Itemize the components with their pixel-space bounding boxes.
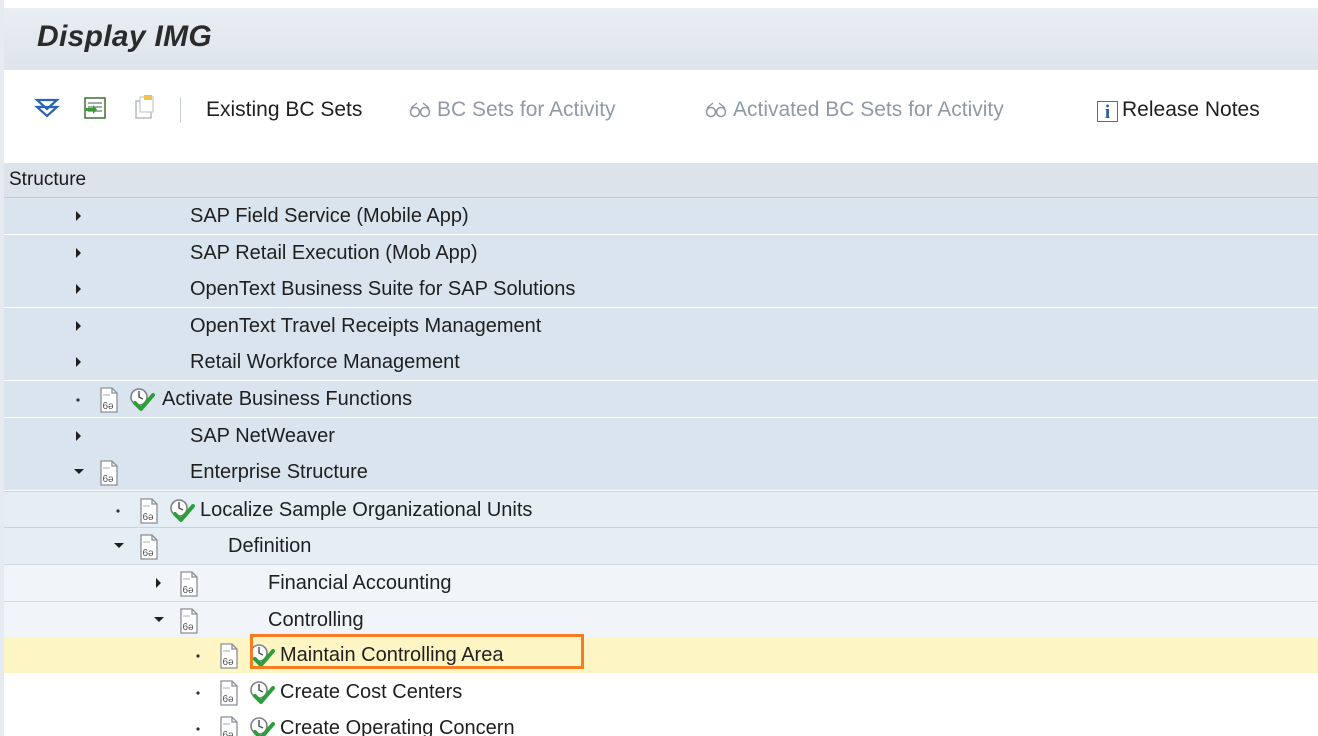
svg-text:6ə: 6ə: [223, 730, 235, 736]
tree-node-label[interactable]: Localize Sample Organizational Units: [200, 499, 532, 522]
tree-node-label[interactable]: Maintain Controlling Area: [280, 644, 503, 667]
expand-arrow-icon[interactable]: [149, 565, 169, 601]
leaf-bullet-icon: [196, 654, 200, 658]
expand-arrow-icon[interactable]: [69, 198, 89, 234]
execute-activity-icon[interactable]: [248, 715, 276, 736]
activated-bc-sets-button[interactable]: Activated BC Sets for Activity: [705, 98, 1004, 122]
tree-row[interactable]: 6ə Definition: [4, 527, 1318, 564]
leaf-bullet-icon: [116, 509, 120, 513]
tree-node-label[interactable]: Controlling: [268, 609, 364, 632]
info-icon: i: [1097, 101, 1118, 123]
tree-row[interactable]: 6ə Controlling: [4, 601, 1318, 638]
tree-row[interactable]: SAP NetWeaver: [4, 418, 1318, 454]
tree-node-label[interactable]: Activate Business Functions: [162, 388, 412, 411]
leaf-bullet-icon: [196, 727, 200, 731]
svg-text:6ə: 6ə: [103, 474, 115, 485]
tree-node-label[interactable]: Create Cost Centers: [280, 681, 462, 704]
tree-node-label[interactable]: OpenText Business Suite for SAP Solution…: [190, 278, 575, 301]
tree-row[interactable]: 6ə Create Cost Centers: [4, 674, 1318, 710]
existing-bc-sets-button[interactable]: Existing BC Sets: [206, 98, 362, 122]
leaf-bullet-icon: [196, 691, 200, 695]
tree-row[interactable]: 6ə Enterprise Structure: [4, 454, 1318, 490]
tree-row[interactable]: SAP Retail Execution (Mob App): [4, 235, 1318, 271]
documentation-icon[interactable]: 6ə: [177, 607, 201, 635]
svg-text:6ə: 6ə: [143, 548, 155, 559]
tree-node-label[interactable]: SAP Field Service (Mobile App): [190, 205, 469, 228]
document-icon[interactable]: [131, 95, 157, 121]
collapse-arrow-icon[interactable]: [149, 602, 169, 638]
existing-bc-sets-label: Existing BC Sets: [206, 98, 363, 121]
svg-text:6ə: 6ə: [183, 585, 195, 596]
glasses-icon: [409, 102, 431, 118]
application-toolbar: Existing BC Sets BC Sets for Activity Ac…: [4, 70, 1318, 150]
tree-node-label[interactable]: Financial Accounting: [268, 572, 451, 595]
expand-arrow-icon[interactable]: [69, 235, 89, 271]
documentation-icon[interactable]: 6ə: [217, 642, 241, 670]
tree-node-label[interactable]: SAP NetWeaver: [190, 425, 335, 448]
documentation-icon[interactable]: 6ə: [177, 570, 201, 598]
page-title: Display IMG: [37, 20, 213, 53]
documentation-icon[interactable]: 6ə: [137, 533, 161, 561]
activated-bc-sets-label: Activated BC Sets for Activity: [733, 98, 1004, 121]
svg-text:6ə: 6ə: [223, 657, 235, 668]
tree-row[interactable]: 6ə Activate Business Functions: [4, 381, 1318, 417]
documentation-icon[interactable]: 6ə: [217, 715, 241, 736]
svg-text:6ə: 6ə: [103, 401, 115, 412]
tree-node-label[interactable]: OpenText Travel Receipts Management: [190, 315, 541, 338]
execute-activity-icon[interactable]: [128, 386, 156, 414]
tree-node-label[interactable]: Enterprise Structure: [190, 461, 368, 484]
bc-sets-for-activity-label: BC Sets for Activity: [437, 98, 616, 121]
svg-text:6ə: 6ə: [183, 622, 195, 633]
documentation-icon[interactable]: 6ə: [97, 459, 121, 487]
structure-header: Structure: [4, 163, 1318, 198]
svg-text:6ə: 6ə: [143, 512, 155, 523]
tree-node-label[interactable]: SAP Retail Execution (Mob App): [190, 242, 478, 265]
documentation-icon[interactable]: 6ə: [217, 679, 241, 707]
release-notes-label: Release Notes: [1122, 98, 1260, 121]
expand-arrow-icon[interactable]: [69, 308, 89, 344]
bc-sets-for-activity-button[interactable]: BC Sets for Activity: [409, 98, 616, 122]
toolbar-separator: [180, 97, 181, 123]
expand-arrow-icon[interactable]: [69, 344, 89, 380]
svg-text:6ə: 6ə: [223, 694, 235, 705]
execute-activity-icon[interactable]: [248, 679, 276, 707]
release-notes-button[interactable]: i Release Notes: [1097, 98, 1260, 123]
tree-row[interactable]: 6ə Maintain Controlling Area: [4, 637, 1318, 673]
collapse-arrow-icon[interactable]: [109, 528, 129, 564]
documentation-icon[interactable]: 6ə: [97, 386, 121, 414]
tree-row[interactable]: 6ə Create Operating Concern: [4, 710, 1318, 736]
tree-row[interactable]: OpenText Business Suite for SAP Solution…: [4, 271, 1318, 307]
expand-all-icon[interactable]: [34, 95, 60, 121]
expand-arrow-icon[interactable]: [69, 418, 89, 454]
tree-row[interactable]: 6ə Localize Sample Organizational Units: [4, 491, 1318, 528]
tree-row[interactable]: SAP Field Service (Mobile App): [4, 198, 1318, 234]
structure-header-label: Structure: [9, 169, 87, 190]
title-bar: Display IMG: [4, 8, 1318, 70]
import-icon[interactable]: [82, 95, 108, 121]
glasses-icon: [705, 102, 727, 118]
expand-arrow-icon[interactable]: [69, 271, 89, 307]
documentation-icon[interactable]: 6ə: [137, 497, 161, 525]
tree-node-label[interactable]: Definition: [228, 535, 311, 558]
execute-activity-icon[interactable]: [248, 642, 276, 670]
tree-row[interactable]: 6ə Financial Accounting: [4, 564, 1318, 601]
tree-node-label[interactable]: Retail Workforce Management: [190, 351, 460, 374]
img-window: Display IMG Existing BC Sets BC Sets for…: [0, 0, 1318, 736]
tree-node-label[interactable]: Create Operating Concern: [280, 717, 515, 736]
execute-activity-icon[interactable]: [168, 497, 196, 525]
collapse-arrow-icon[interactable]: [69, 454, 89, 490]
leaf-bullet-icon: [76, 398, 80, 402]
tree-row[interactable]: Retail Workforce Management: [4, 344, 1318, 380]
tree-row[interactable]: OpenText Travel Receipts Management: [4, 308, 1318, 344]
